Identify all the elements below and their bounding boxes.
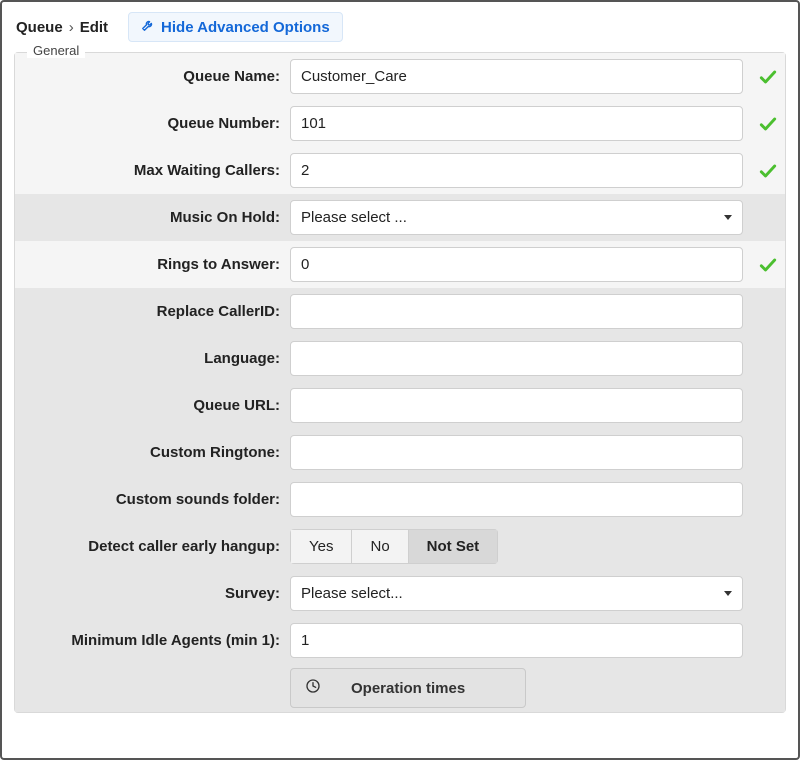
wrench-icon xyxy=(141,18,155,36)
label-max-waiting: Max Waiting Callers: xyxy=(15,162,290,179)
label-queue-url: Queue URL: xyxy=(15,397,290,414)
queue-name-input[interactable] xyxy=(290,59,743,94)
hide-advanced-label: Hide Advanced Options xyxy=(161,19,330,36)
row-rings-to-answer: Rings to Answer: xyxy=(15,241,785,288)
queue-number-input[interactable] xyxy=(290,106,743,141)
custom-sounds-folder-input[interactable] xyxy=(290,482,743,517)
chevron-right-icon: › xyxy=(69,19,74,36)
label-music-on-hold: Music On Hold: xyxy=(15,209,290,226)
rings-to-answer-input[interactable] xyxy=(290,247,743,282)
detect-hangup-yes[interactable]: Yes xyxy=(290,529,352,564)
row-language: Language: xyxy=(15,335,785,382)
label-custom-sounds-folder: Custom sounds folder: xyxy=(15,491,290,508)
hide-advanced-toggle[interactable]: Hide Advanced Options xyxy=(128,12,343,42)
check-icon xyxy=(751,67,785,87)
operation-times-label: Operation times xyxy=(351,680,465,697)
survey-select[interactable]: Please select... xyxy=(290,576,743,611)
label-min-idle-agents: Minimum Idle Agents (min 1): xyxy=(15,632,290,649)
row-survey: Survey: Please select... xyxy=(15,570,785,617)
music-on-hold-value: Please select ... xyxy=(301,209,407,226)
breadcrumb-item-edit: Edit xyxy=(80,19,108,36)
check-icon xyxy=(751,114,785,134)
language-input[interactable] xyxy=(290,341,743,376)
custom-ringtone-input[interactable] xyxy=(290,435,743,470)
min-idle-agents-input[interactable] xyxy=(290,623,743,658)
label-queue-name: Queue Name: xyxy=(15,68,290,85)
row-min-idle-agents: Minimum Idle Agents (min 1): xyxy=(15,617,785,664)
row-replace-callerid: Replace CallerID: xyxy=(15,288,785,335)
clock-icon xyxy=(305,678,321,698)
fieldset-legend: General xyxy=(27,43,85,58)
label-rings-to-answer: Rings to Answer: xyxy=(15,256,290,273)
label-replace-callerid: Replace CallerID: xyxy=(15,303,290,320)
check-icon xyxy=(751,255,785,275)
row-queue-number: Queue Number: xyxy=(15,100,785,147)
label-language: Language: xyxy=(15,350,290,367)
label-survey: Survey: xyxy=(15,585,290,602)
row-queue-name: Queue Name: xyxy=(15,53,785,100)
detect-hangup-not-set[interactable]: Not Set xyxy=(409,529,499,564)
breadcrumb: Queue › Edit xyxy=(16,15,116,40)
music-on-hold-select[interactable]: Please select ... xyxy=(290,200,743,235)
detect-hangup-no[interactable]: No xyxy=(352,529,408,564)
row-max-waiting: Max Waiting Callers: xyxy=(15,147,785,194)
row-detect-hangup: Detect caller early hangup: Yes No Not S… xyxy=(15,523,785,570)
label-queue-number: Queue Number: xyxy=(15,115,290,132)
survey-value: Please select... xyxy=(301,585,403,602)
row-music-on-hold: Music On Hold: Please select ... xyxy=(15,194,785,241)
row-queue-url: Queue URL: xyxy=(15,382,785,429)
row-custom-sounds-folder: Custom sounds folder: xyxy=(15,476,785,523)
label-custom-ringtone: Custom Ringtone: xyxy=(15,444,290,461)
row-operation-times: Operation times xyxy=(15,664,785,712)
chevron-down-icon xyxy=(724,215,732,220)
queue-url-input[interactable] xyxy=(290,388,743,423)
replace-callerid-input[interactable] xyxy=(290,294,743,329)
check-icon xyxy=(751,161,785,181)
chevron-down-icon xyxy=(724,591,732,596)
operation-times-button[interactable]: Operation times xyxy=(290,668,526,708)
label-detect-hangup: Detect caller early hangup: xyxy=(15,538,290,555)
row-custom-ringtone: Custom Ringtone: xyxy=(15,429,785,476)
general-fieldset: General Queue Name: Queue Number: Max Wa… xyxy=(14,52,786,713)
detect-hangup-toggle: Yes No Not Set xyxy=(290,529,498,564)
max-waiting-input[interactable] xyxy=(290,153,743,188)
breadcrumb-item-queue[interactable]: Queue xyxy=(16,19,63,36)
